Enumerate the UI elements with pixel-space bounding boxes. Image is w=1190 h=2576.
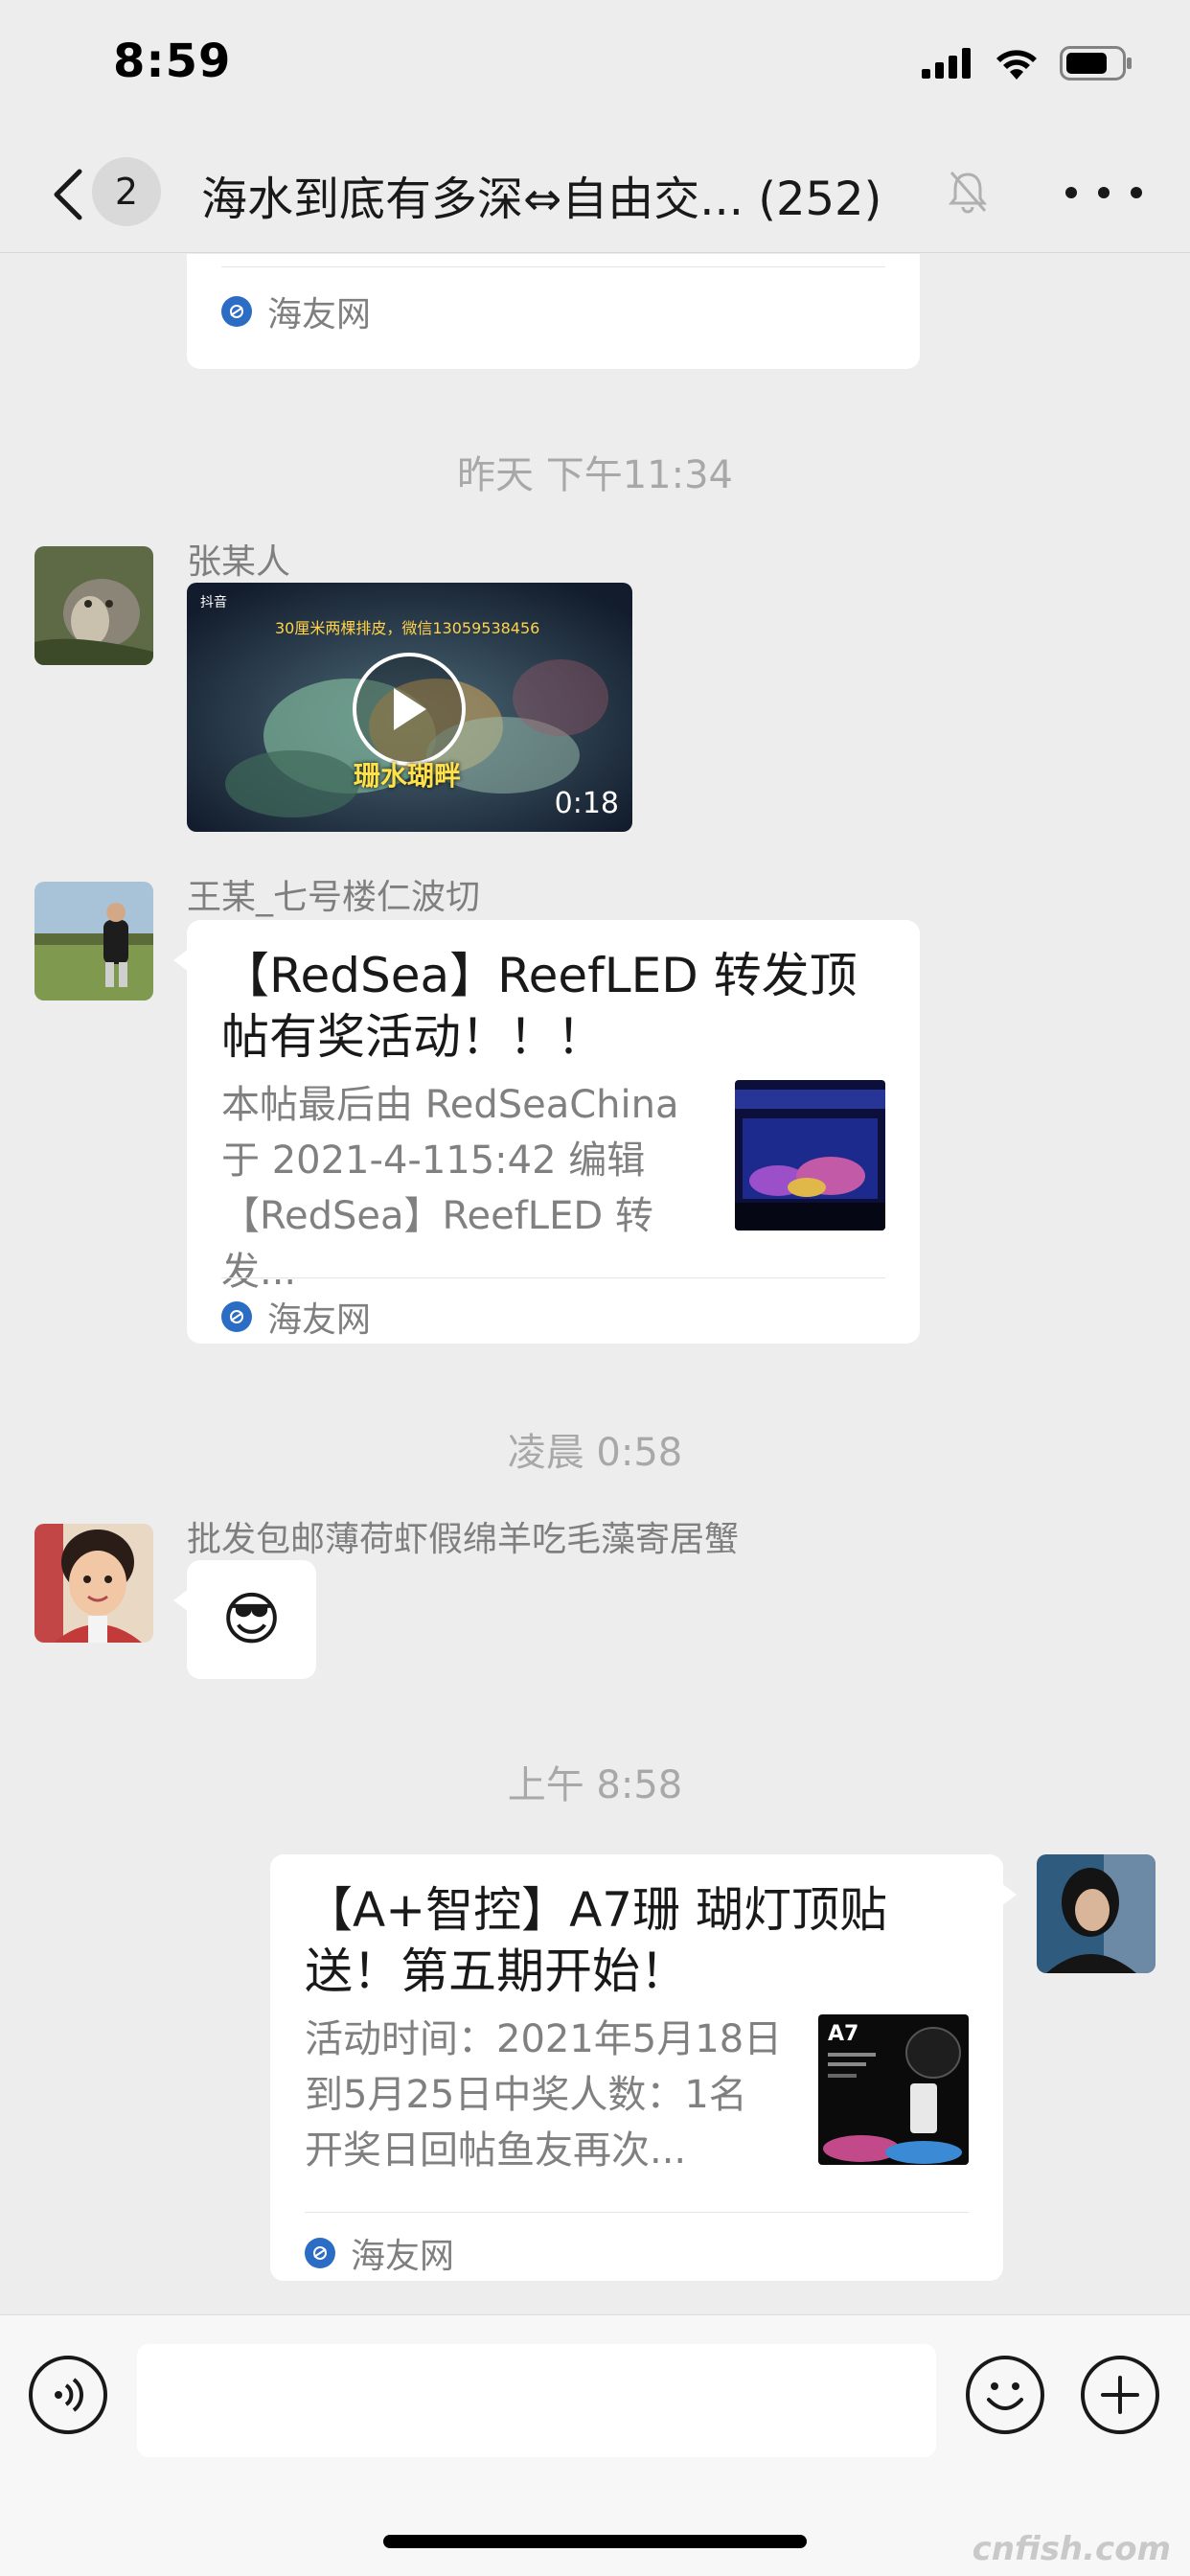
dot-icon (1131, 187, 1142, 198)
play-button[interactable] (353, 653, 466, 766)
cellular-signal-icon (922, 48, 971, 79)
status-time: 8:59 (113, 34, 232, 88)
source-name: 海友网 (267, 295, 372, 334)
status-bar: 8:59 (0, 0, 1190, 134)
link-card-outgoing[interactable]: 【A+智控】A7珊 瑚灯顶贴送！第五期开始！ 活动时间：2021年5月18日到5… (270, 1854, 1017, 2281)
card-source: 海友网 (221, 1292, 371, 1342)
card-thumbnail: A7 (818, 2014, 969, 2165)
unread-count-badge[interactable]: 2 (92, 157, 161, 226)
watermark: cnfish.com (972, 2530, 1171, 2568)
link-card[interactable]: 【RedSea】ReefLED 转发顶帖有奖活动！！！ 本帖最后由 RedSea… (173, 920, 920, 1344)
smiley-icon (987, 2382, 1023, 2410)
card-description: 本帖最后由 RedSeaChina 于 2021-4-115:42 编辑【Red… (221, 1083, 679, 1294)
battery-icon (1060, 46, 1132, 80)
plus-icon (1101, 2376, 1139, 2414)
muted-bell-icon (948, 172, 988, 214)
card-title: 【RedSea】ReefLED 转发顶帖有奖活动！！！ (221, 948, 858, 1065)
video-message[interactable]: 抖音 30厘米两棵排皮，微信13059538456 珊水瑚畔 0:18 (187, 583, 632, 832)
link-card-partial[interactable]: 海友网 (187, 254, 920, 369)
card-source: 海友网 (305, 2228, 454, 2278)
time-separator: 昨天 下午11:34 (457, 453, 733, 497)
home-indicator[interactable] (383, 2535, 807, 2548)
sender-name: 批发包邮薄荷虾假绵羊吃毛藻寄居蟹 (187, 1520, 740, 1559)
card-source: 海友网 (221, 287, 371, 336)
dot-icon (1065, 187, 1077, 198)
avatar[interactable] (34, 1524, 153, 1643)
source-logo-icon (221, 1301, 252, 1332)
avatar-self[interactable] (1037, 1854, 1156, 1973)
emoji-message[interactable]: 😎 (173, 1560, 316, 1679)
video-subtitle: 珊水瑚畔 (354, 760, 462, 792)
more-functions-button[interactable] (1081, 2356, 1159, 2434)
chat-title: 海水到底有多深⇔自由交... (252) (201, 172, 882, 226)
status-icons (922, 46, 1133, 80)
play-icon (394, 688, 426, 730)
card-description: 活动时间：2021年5月18日到5月25日中奖人数：1名开奖日回帖鱼友再次... (305, 2017, 783, 2173)
back-button[interactable] (38, 161, 96, 228)
avatar[interactable] (34, 882, 153, 1000)
card-divider (221, 266, 885, 267)
sender-name: 张某人 (187, 542, 291, 582)
chevron-left-icon (54, 169, 82, 220)
card-thumbnail (735, 1080, 885, 1230)
dot-icon (1098, 187, 1110, 198)
source-logo-icon (221, 296, 252, 327)
bubble-tail (1001, 1883, 1017, 1906)
time-separator: 凌晨 0:58 (507, 1431, 683, 1475)
card-title: 【A+智控】A7珊 瑚灯顶贴送！第五期开始！ (305, 1882, 888, 1999)
emoji-button[interactable] (966, 2356, 1044, 2434)
card-divider (221, 1277, 885, 1278)
source-name: 海友网 (267, 1300, 372, 1340)
avatar[interactable] (34, 546, 153, 665)
chat-header: 2 海水到底有多深⇔自由交... (252) (0, 134, 1190, 253)
source-logo-icon (305, 2238, 335, 2268)
emoji-content: 😎 (221, 1586, 282, 1653)
wifi-icon (996, 50, 1037, 80)
card-divider (305, 2212, 969, 2213)
message-list[interactable]: 海友网 昨天 下午11:34 张某人 抖音 30厘米两棵排皮，微信1305953… (0, 254, 1190, 2314)
voice-icon (55, 2378, 83, 2412)
video-app-label: 抖音 (200, 595, 227, 610)
message-input[interactable] (137, 2344, 936, 2457)
voice-input-button[interactable] (29, 2356, 107, 2434)
more-options-button[interactable] (1065, 169, 1142, 217)
bubble-tail (173, 949, 189, 972)
sender-name: 王某_七号楼仁波切 (187, 878, 481, 917)
video-duration: 0:18 (554, 787, 619, 820)
time-separator: 上午 8:58 (507, 1763, 683, 1807)
bubble-tail (173, 1589, 189, 1612)
source-name: 海友网 (351, 2237, 455, 2276)
video-caption: 30厘米两棵排皮，微信13059538456 (275, 619, 540, 637)
